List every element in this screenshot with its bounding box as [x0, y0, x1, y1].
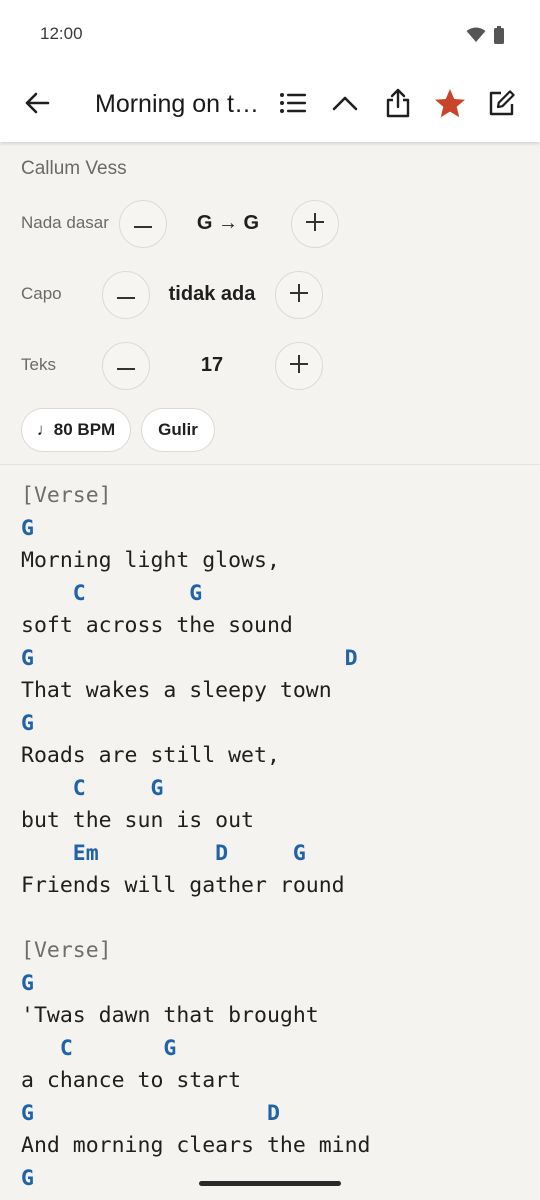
- text-size-down-button[interactable]: [102, 342, 150, 390]
- minus-icon: [117, 286, 135, 304]
- lyric-line: Morning light glows,: [21, 548, 280, 573]
- wifi-icon: [466, 27, 486, 48]
- plus-icon: [306, 212, 324, 236]
- edit-button[interactable]: [485, 88, 519, 122]
- text-size-value: 17: [200, 354, 224, 376]
- artist-name: Callum Vess: [21, 158, 127, 179]
- chord-line: G: [21, 710, 34, 736]
- status-bar: 12:00: [0, 0, 540, 68]
- song-settings-panel: Callum Vess Nada dasar G → G Capo tidak …: [0, 142, 540, 465]
- capo-label: Capo: [21, 284, 62, 303]
- lyric-line: Friends will gather round: [21, 873, 345, 898]
- minus-icon: [134, 215, 152, 233]
- chord-line: G D: [21, 1100, 280, 1126]
- lyric-line: 'Twas dawn that brought: [21, 1003, 319, 1028]
- chord-line: Em D G: [21, 840, 306, 866]
- plus-icon: [290, 354, 308, 378]
- status-time: 12:00: [40, 24, 83, 43]
- chord-line: G: [21, 1165, 34, 1191]
- song-title: Morning on the Hill: [95, 90, 267, 118]
- song-sheet: [Verse] G Morning light glows, C G soft acr…: [21, 480, 540, 1195]
- capo-down-button[interactable]: [102, 271, 150, 319]
- back-button[interactable]: [20, 88, 54, 122]
- capo-up-button[interactable]: [275, 271, 323, 319]
- lyric-line: but the sun is out: [21, 808, 254, 833]
- chord-line: C G: [21, 580, 203, 606]
- text-size-label: Teks: [21, 355, 56, 374]
- section-header: [Verse]: [21, 938, 112, 963]
- key-label: Nada dasar: [21, 213, 109, 232]
- lyric-line: And morning clears the mind: [21, 1133, 371, 1158]
- key-up-button[interactable]: [291, 200, 339, 248]
- lyric-line: a chance to start: [21, 1068, 242, 1093]
- home-indicator[interactable]: [199, 1181, 341, 1186]
- battery-icon: [494, 26, 504, 49]
- lyric-line: soft across the sound: [21, 613, 293, 638]
- bpm-chip[interactable]: ♩80 BPM: [21, 408, 131, 452]
- key-down-button[interactable]: [119, 200, 167, 248]
- chord-line: C G: [21, 775, 164, 801]
- chevron-up-icon: [332, 95, 358, 116]
- key-value: G → G: [196, 212, 260, 234]
- star-icon: [434, 88, 466, 123]
- list-icon: [279, 92, 307, 119]
- capo-value: tidak ada: [168, 283, 256, 305]
- key-row: Nada dasar G → G: [21, 200, 540, 248]
- minus-icon: [117, 357, 135, 375]
- lyric-line: That wakes a sleepy town: [21, 678, 332, 703]
- collapse-button[interactable]: [328, 88, 362, 122]
- plus-icon: [290, 283, 308, 307]
- chord-line: G: [21, 515, 34, 541]
- chord-line: G D: [21, 645, 358, 671]
- sections-button[interactable]: [276, 88, 310, 122]
- share-button[interactable]: [381, 88, 415, 122]
- chord-line: C G: [21, 1035, 177, 1061]
- text-size-up-button[interactable]: [275, 342, 323, 390]
- lyric-line: Roads are still wet,: [21, 743, 280, 768]
- favorite-button[interactable]: [433, 88, 467, 122]
- share-icon: [385, 88, 411, 123]
- edit-icon: [488, 89, 516, 122]
- capo-row: Capo tidak ada: [21, 271, 540, 319]
- back-arrow-icon: [24, 91, 50, 120]
- chord-line: G: [21, 970, 34, 996]
- app-bar: Morning on the Hill: [0, 68, 540, 142]
- text-size-row: Teks 17: [21, 342, 540, 390]
- section-header: [Verse]: [21, 483, 112, 508]
- autoscroll-chip[interactable]: Gulir: [141, 408, 215, 452]
- status-icons: [466, 26, 504, 49]
